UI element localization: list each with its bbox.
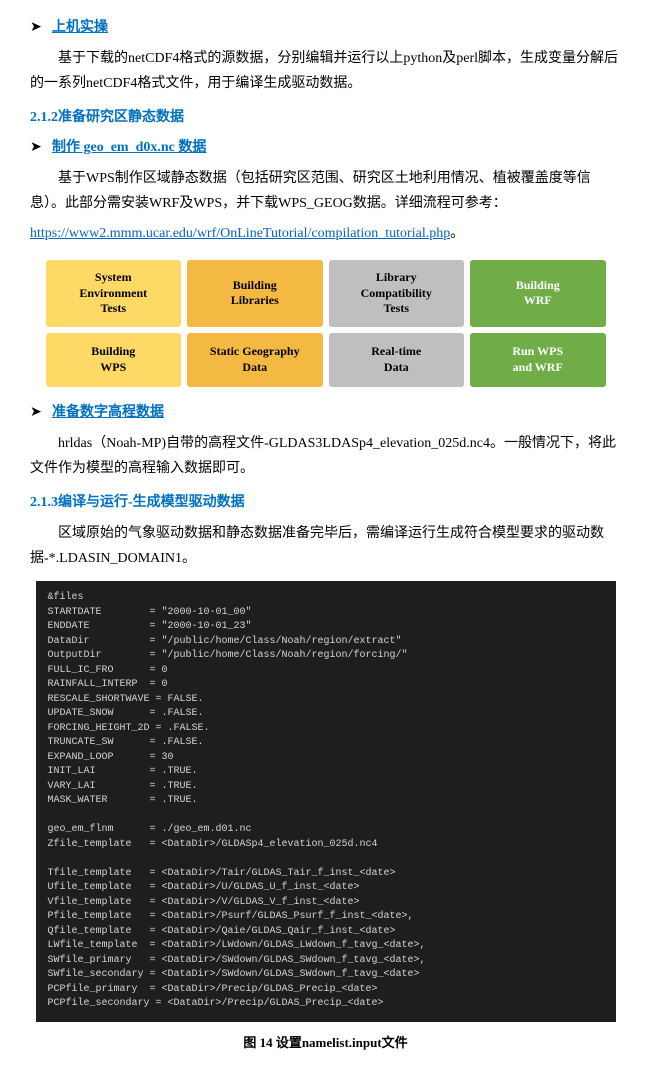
bullet-label-dem: 准备数字高程数据 (52, 401, 164, 425)
bullet-label-shangji: 上机实操 (52, 16, 108, 40)
arrow-icon: ➤ (30, 16, 44, 40)
wps-cell-system-environment-tests: System Environment Tests (46, 260, 182, 327)
bullet-geo: ➤ 制作 geo_em_d0x.nc 数据 (30, 136, 621, 160)
wps-cell-building-libraries: Building Libraries (187, 260, 323, 327)
para-geo: 基于WPS制作区域静态数据（包括研究区范围、研究区土地利用情况、植被覆盖度等信息… (30, 166, 621, 216)
arrow-icon-geo: ➤ (30, 136, 44, 160)
page-container: ➤ 上机实操 基于下载的netCDF4格式的源数据，分别编辑并运行以上pytho… (0, 0, 651, 1074)
wps-cell-run-wps-and-wrf: Run WPS and WRF (470, 333, 606, 387)
wps-cell-library-compatibility-tests: Library Compatibility Tests (329, 260, 465, 327)
para-dem: hrldas（Noah-MP)自带的高程文件-GLDAS3LDASp4_elev… (30, 431, 621, 481)
section-213-heading: 2.1.3编译与运行-生成模型驱动数据 (30, 491, 621, 515)
para-213: 区域原始的气象驱动数据和静态数据准备完毕后，需编译运行生成符合模型要求的驱动数据… (30, 521, 621, 571)
bullet-shangji: ➤ 上机实操 (30, 16, 621, 40)
para-shangji: 基于下载的netCDF4格式的源数据，分别编辑并运行以上python及perl脚… (30, 46, 621, 96)
section-212-heading: 2.1.2准备研究区静态数据 (30, 106, 621, 130)
link-suffix: 。 (450, 226, 464, 241)
wps-cell-static-geography-data: Static Geography Data (187, 333, 323, 387)
bullet-label-geo: 制作 geo_em_d0x.nc 数据 (52, 136, 206, 160)
arrow-icon-dem: ➤ (30, 401, 44, 425)
wps-cell-building-wrf: Building WRF (470, 260, 606, 327)
bullet-dem: ➤ 准备数字高程数据 (30, 401, 621, 425)
code-block: &files STARTDATE = "2000-10-01_00" ENDDA… (36, 581, 616, 1022)
fig-caption: 图 14 设置namelist.input文件 (30, 1032, 621, 1054)
wrf-link[interactable]: https://www2.mmm.ucar.edu/wrf/OnLineTuto… (30, 226, 450, 241)
link-container: https://www2.mmm.ucar.edu/wrf/OnLineTuto… (30, 222, 621, 246)
wps-cell-building-wps: Building WPS (46, 333, 182, 387)
wps-cell-real-time-data: Real-time Data (329, 333, 465, 387)
wps-diagram-grid: System Environment TestsBuilding Librari… (46, 260, 606, 387)
